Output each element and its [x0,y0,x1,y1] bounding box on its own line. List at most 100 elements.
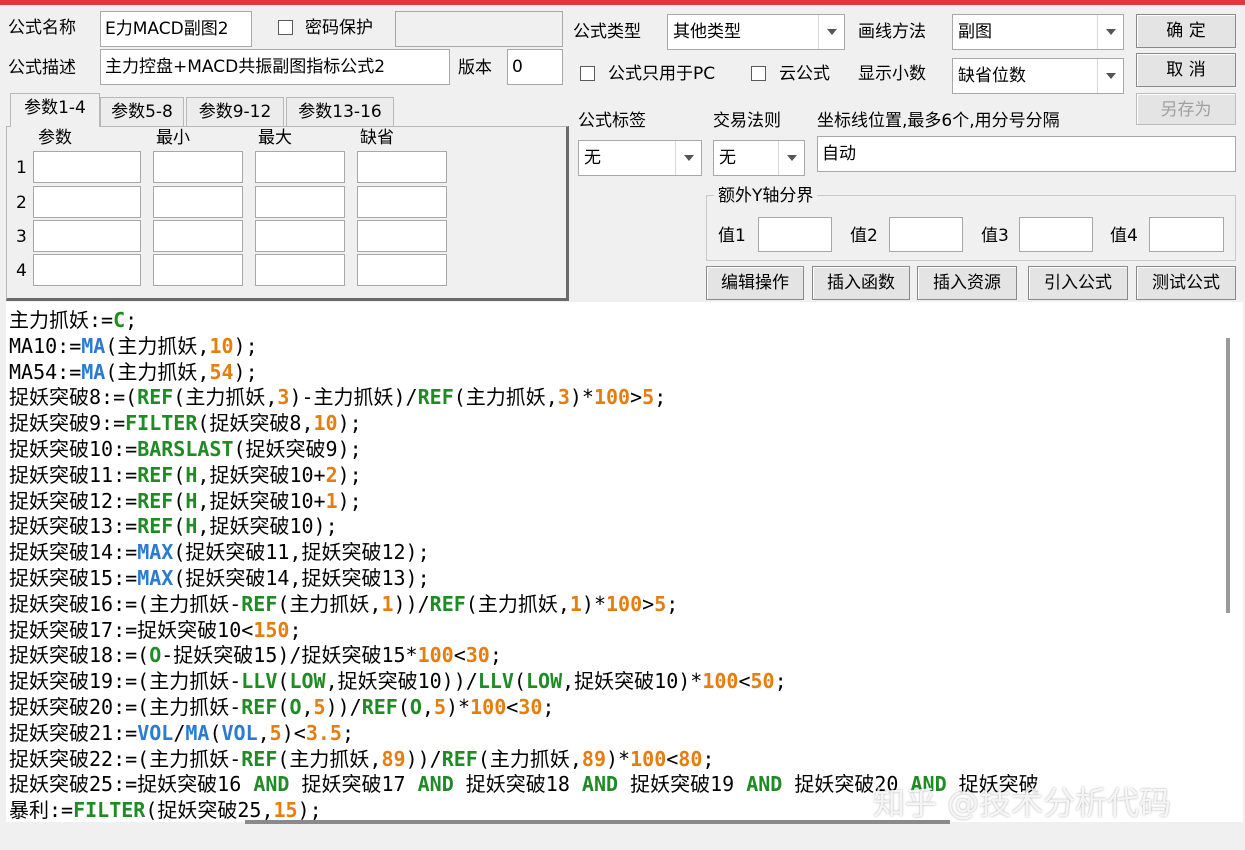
param-1-max-input[interactable] [255,151,345,183]
code-line: MA10:=MA(主力抓妖,10); [9,334,1039,360]
param-3-max-input[interactable] [255,220,345,252]
password-input [395,11,563,47]
code-token: ))/ [393,591,430,616]
code-token: 1 [381,591,394,616]
param-row-number: 4 [16,261,27,281]
code-editor[interactable]: 主力抓妖:=C; MA10:=MA(主力抓妖,10); MA54:=MA(主力抓妖,… [6,302,1243,822]
code-token: 3 [557,385,570,410]
param-3-name-input[interactable] [33,220,141,252]
param-2-name-input[interactable] [33,186,141,218]
formula-desc-input[interactable]: 主力控盘+MACD共振副图指标公式2 [100,49,450,85]
code-line: 主力抓妖:=C; [9,308,1039,334]
param-1-min-input[interactable] [153,151,243,183]
code-token: ( [513,669,526,694]
param-2-min-input[interactable] [153,186,243,218]
code-token: 5 [433,694,447,719]
code-token: ; [654,385,667,410]
pc-only-checkbox[interactable] [580,66,595,81]
code-token: O [289,694,302,719]
tab-params-13-16[interactable]: 参数13-16 [286,97,394,126]
param-2-default-input[interactable] [357,186,447,218]
code-token: ,捉妖突破10); [197,514,338,539]
code-token: := [113,514,138,539]
edit-operations-button[interactable]: 编辑操作 [706,266,804,300]
code-token: ,捉妖突破10+ [197,488,326,513]
version-input[interactable]: 0 [507,49,563,85]
code-token: 100 [630,746,667,771]
code-token: 15 [273,798,298,822]
code-line: 捉妖突破15:=MAX(捉妖突破14,捉妖突破13); [9,566,1039,592]
y-value-1-input[interactable] [758,217,832,252]
horizontal-scrollbar[interactable] [245,820,950,824]
code-token: ; [542,694,555,719]
param-3-min-input[interactable] [153,220,243,252]
code-token: FILTER [125,411,198,436]
param-4-default-input[interactable] [357,254,447,286]
code-token: ; [702,746,715,771]
code-token: 捉妖突破14 [9,540,114,565]
cancel-button[interactable]: 取 消 [1136,53,1236,87]
code-token: , [257,720,270,745]
code-token: 捉妖突破9 [9,411,102,436]
code-token: )* [581,591,607,616]
ok-button[interactable]: 确 定 [1136,14,1236,48]
tab-params-5-8[interactable]: 参数5-8 [100,97,184,126]
tab-params-9-12[interactable]: 参数9-12 [186,97,284,126]
chevron-down-icon [1097,59,1123,93]
code-token: MA [185,720,210,745]
trade-rule-select[interactable]: 无 [713,140,805,176]
code-token: LOW [289,669,326,694]
code-token: ,捉妖突破10)* [562,669,703,694]
code-token: 50 [750,669,775,694]
code-token: 89 [381,746,406,771]
password-checkbox[interactable] [278,20,293,35]
insert-function-button[interactable]: 插入函数 [812,266,910,300]
code-token: REF [417,385,454,410]
test-formula-button[interactable]: 测试公式 [1136,266,1236,300]
code-token: REF [429,591,466,616]
vertical-scrollbar[interactable] [1226,338,1230,613]
coord-line-input[interactable]: 自动 [817,136,1236,172]
code-token: :=(主力抓妖- [113,591,242,616]
code-token: > [630,385,643,410]
param-1-default-input[interactable] [357,151,447,183]
code-token: 捉妖突破25 [9,772,114,797]
param-4-max-input[interactable] [255,254,345,286]
param-4-min-input[interactable] [153,254,243,286]
param-1-name-input[interactable] [33,151,141,183]
code-text[interactable]: 主力抓妖:=C; MA10:=MA(主力抓妖,10); MA54:=MA(主力抓妖,… [9,308,1039,822]
code-token: (主力抓妖, [277,591,382,616]
formula-tag-value: 无 [584,148,601,168]
watermark: 知乎 @技术分析代码 [873,784,1172,822]
code-token: / [173,720,186,745]
code-token: :=捉妖突破10< [113,617,254,642]
formula-type-select[interactable]: 其他类型 [667,14,845,50]
code-token: < [738,669,751,694]
code-token: ); [337,462,362,487]
formula-name-input[interactable]: E力MACD副图2 [100,11,252,47]
draw-method-select[interactable]: 副图 [952,14,1124,50]
code-line: 捉妖突破18:=(O-捉妖突破15)/捉妖突破15*100<30; [9,643,1039,669]
code-token: :=(主力抓妖- [113,746,242,771]
cloud-checkbox[interactable] [751,66,766,81]
code-token: ))/ [325,694,362,719]
code-line: MA54:=MA(主力抓妖,54); [9,360,1039,386]
y-value-2-input[interactable] [889,217,963,252]
param-3-default-input[interactable] [357,220,447,252]
param-row-number: 1 [16,158,27,178]
formula-tag-select[interactable]: 无 [578,140,702,176]
param-2-max-input[interactable] [255,186,345,218]
insert-resource-button[interactable]: 插入资源 [917,266,1017,300]
y-value-4-input[interactable] [1149,217,1224,252]
import-formula-button[interactable]: 引入公式 [1028,266,1128,300]
pc-only-label: 公式只用于PC [608,64,716,84]
code-token: 100 [593,385,631,410]
code-token: 10 [209,333,234,358]
tab-params-1-4[interactable]: 参数1-4 [10,93,100,127]
code-token: 捉妖突破22 [9,746,114,771]
decimals-select[interactable]: 缺省位数 [952,58,1124,94]
code-token: 捉妖突破12 [9,488,114,513]
param-4-name-input[interactable] [33,254,141,286]
y-value-3-input[interactable] [1019,217,1093,252]
code-token: (捉妖突破8, [197,411,314,436]
